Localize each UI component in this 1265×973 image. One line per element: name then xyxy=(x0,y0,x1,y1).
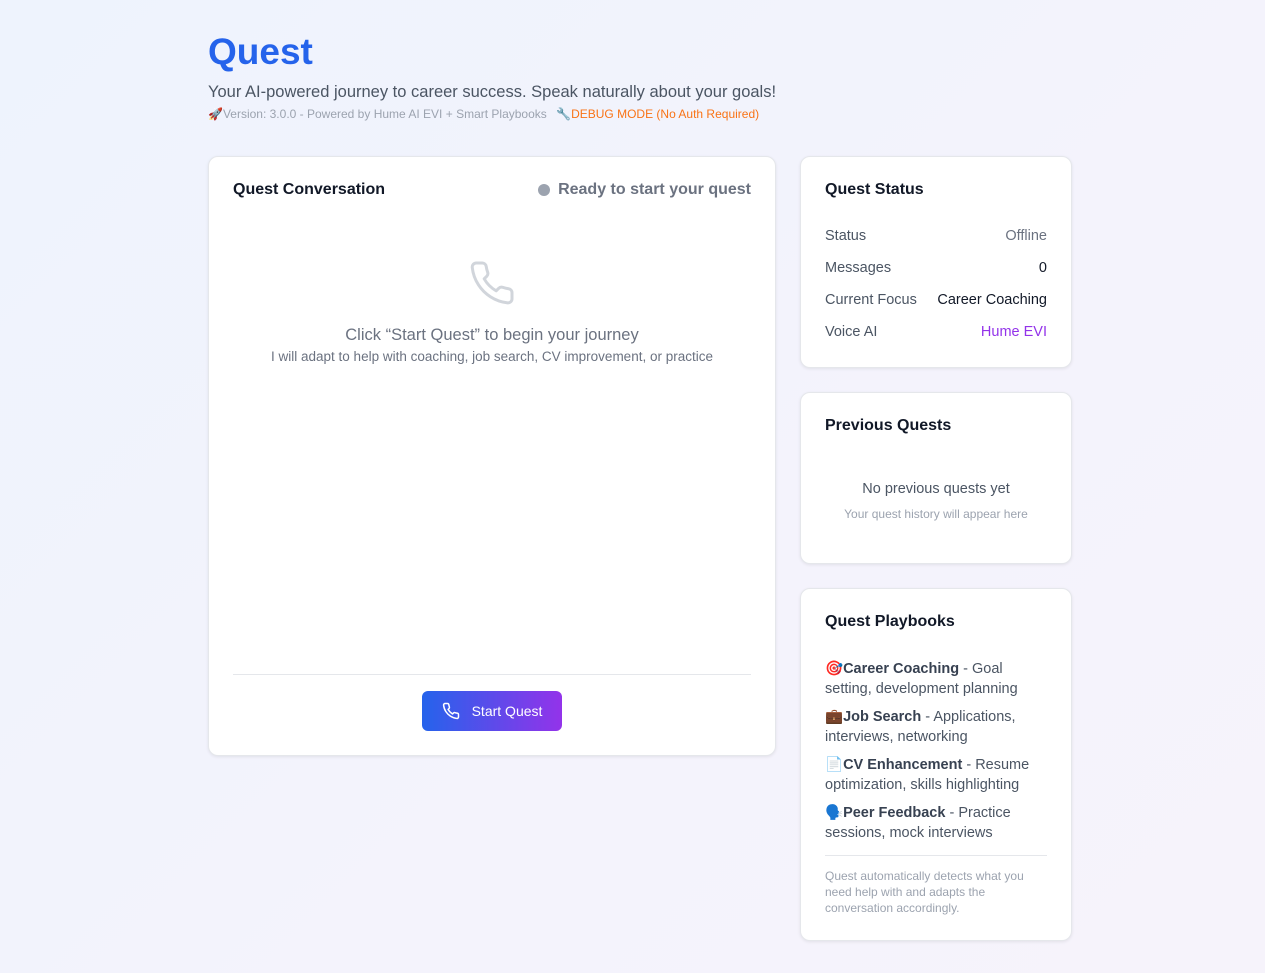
status-label: Status xyxy=(825,228,867,244)
version-info: 🚀Version: 3.0.0 - Powered by Hume AI EVI… xyxy=(208,107,776,122)
previous-empty-subtitle: Your quest history will appear here xyxy=(844,507,1028,521)
empty-state-subtitle: I will adapt to help with coaching, job … xyxy=(271,349,713,364)
target-icon: 🎯 xyxy=(825,661,844,677)
previous-empty-title: No previous quests yet xyxy=(862,481,1010,497)
playbook-name: Job Search xyxy=(843,709,922,725)
voice-ai-row: Voice AI Hume EVI xyxy=(825,324,1047,340)
quest-playbooks-panel: Quest Playbooks 🎯Career Coaching - Goal … xyxy=(800,588,1072,941)
quest-status-panel: Quest Status Status Offline Messages 0 C… xyxy=(800,156,1072,368)
phone-icon xyxy=(442,702,459,720)
quest-playbooks-title: Quest Playbooks xyxy=(825,613,955,630)
status-value: Offline xyxy=(1005,228,1047,244)
empty-state-title: Click “Start Quest” to begin your journe… xyxy=(345,326,639,344)
wrench-icon: 🔧 xyxy=(556,107,572,121)
playbook-name: CV Enhancement xyxy=(843,757,963,773)
app-title: Quest xyxy=(208,31,313,72)
start-quest-label: Start Quest xyxy=(471,703,543,719)
conversation-divider xyxy=(233,674,751,675)
quest-status-title: Quest Status xyxy=(825,181,924,198)
voice-ai-label: Voice AI xyxy=(825,324,878,340)
speaking-head-icon: 🗣️ xyxy=(825,805,844,821)
current-focus-label: Current Focus xyxy=(825,292,917,308)
previous-quests-panel: Previous Quests No previous quests yet Y… xyxy=(800,392,1072,564)
current-focus-row: Current Focus Career Coaching xyxy=(825,292,1047,308)
header: Quest Your AI-powered journey to career … xyxy=(208,30,776,122)
version-text: 🚀Version: 3.0.0 - Powered by Hume AI EVI… xyxy=(208,107,547,121)
connection-status: Ready to start your quest xyxy=(538,181,751,199)
start-quest-button[interactable]: Start Quest xyxy=(422,691,562,731)
conversation-title: Quest Conversation xyxy=(233,181,386,198)
briefcase-icon: 💼 xyxy=(825,709,844,725)
playbook-name: Peer Feedback xyxy=(843,805,946,821)
status-dot-icon xyxy=(538,184,551,196)
playbooks-divider xyxy=(825,855,1047,856)
conversation-panel: Quest Conversation Ready to start your q… xyxy=(208,156,776,756)
document-icon: 📄 xyxy=(825,757,844,773)
debug-mode-label: DEBUG MODE (No Auth Required) xyxy=(571,107,760,121)
playbooks-note: Quest automatically detects what you nee… xyxy=(825,869,1024,915)
phone-icon xyxy=(470,261,514,305)
playbook-item: 🎯Career Coaching - Goal setting, develop… xyxy=(825,659,1049,699)
connection-status-text: Ready to start your quest xyxy=(558,181,751,198)
messages-value: 0 xyxy=(1038,260,1047,276)
current-focus-value: Career Coaching xyxy=(937,292,1047,308)
playbook-item: 🗣️Peer Feedback - Practice sessions, moc… xyxy=(825,803,1049,843)
playbook-name: Career Coaching xyxy=(843,661,960,677)
previous-quests-title: Previous Quests xyxy=(825,417,952,434)
app-subtitle: Your AI-powered journey to career succes… xyxy=(208,83,777,101)
page: Quest Your AI-powered journey to career … xyxy=(0,0,1265,973)
voice-ai-value: Hume EVI xyxy=(980,324,1047,340)
playbook-item: 📄CV Enhancement - Resume optimization, s… xyxy=(825,755,1049,795)
messages-row: Messages 0 xyxy=(825,260,1047,276)
status-row: Status Offline xyxy=(825,228,1047,244)
playbook-item: 💼Job Search - Applications, interviews, … xyxy=(825,707,1049,747)
messages-label: Messages xyxy=(825,260,892,276)
